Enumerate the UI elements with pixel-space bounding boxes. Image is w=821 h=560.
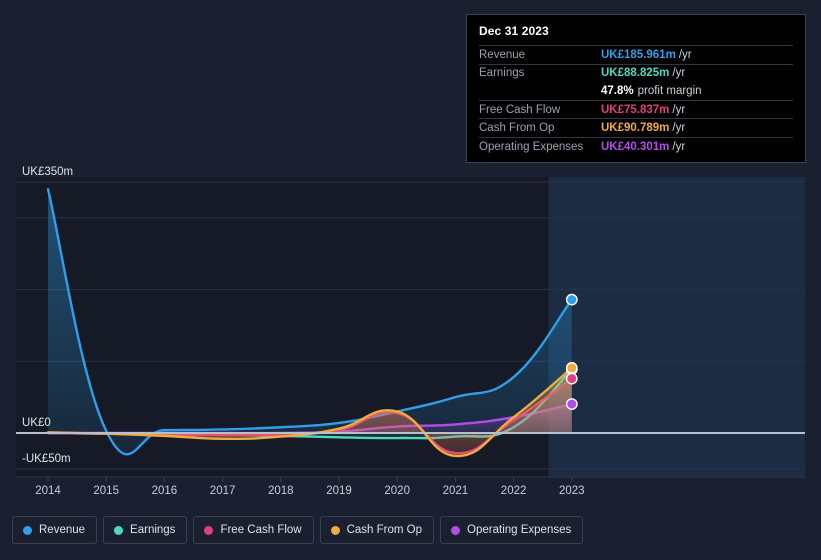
legend-color-dot-icon	[204, 525, 214, 535]
legend-color-dot-icon	[330, 525, 340, 535]
tooltip-row-value: UK£185.961m	[601, 48, 676, 61]
tooltip-row-unit: /yr	[678, 48, 692, 61]
y-axis-tick-label: -UK£50m	[22, 452, 71, 465]
tooltip-row-label: Earnings	[479, 67, 525, 80]
x-axis-tick-label: 2022	[500, 485, 527, 497]
x-axis-tick-label: 2016	[151, 485, 178, 497]
x-axis-tick-label: 2015	[93, 485, 119, 497]
x-axis-tick-label: 2020	[384, 485, 410, 497]
legend-item-label: Free Cash Flow	[220, 524, 302, 536]
tooltip-row: Earnings UK£88.825m/yr	[479, 63, 793, 83]
series-endpoint-marker	[565, 293, 578, 306]
x-axis-tick-label: 2019	[326, 485, 352, 497]
legend-color-dot-icon	[451, 525, 461, 535]
tooltip-row-unit: /yr	[672, 103, 686, 116]
tooltip-row-unit: profit margin	[637, 84, 702, 97]
tooltip-row-unit: /yr	[672, 122, 686, 135]
tooltip-row-label: Free Cash Flow	[479, 103, 561, 116]
legend-item-operating-expenses[interactable]: Operating Expenses	[440, 516, 584, 544]
tooltip-date: Dec 31 2023	[479, 24, 549, 38]
chart-tooltip: Dec 31 2023 Revenue UK£185.961m/yr Earning…	[466, 14, 806, 163]
legend-item-earnings[interactable]: Earnings	[103, 516, 188, 544]
series-endpoint-marker	[565, 398, 578, 410]
legend-item-cash-from-op[interactable]: Cash From Op	[319, 516, 435, 544]
tooltip-row-value: UK£88.825m	[601, 67, 670, 80]
series-endpoint-marker	[565, 361, 578, 374]
tooltip-row-value: 47.8%	[601, 84, 634, 97]
legend-item-label: Earnings	[130, 524, 176, 536]
tooltip-row: 47.8% profit margin	[479, 82, 793, 100]
legend-item-label: Revenue	[39, 524, 86, 536]
tooltip-row: Operating Expenses UK£40.301m/yr	[479, 136, 793, 156]
series-endpoint-marker	[565, 372, 578, 385]
legend-color-dot-icon	[23, 525, 32, 535]
tooltip-row-value: UK£75.837m	[601, 103, 670, 116]
x-axis-tick-label: 2018	[268, 485, 294, 497]
tooltip-row-unit: /yr	[672, 140, 686, 153]
tooltip-rows: Revenue UK£185.961m/yr Earnings UK£88.825m /…	[479, 45, 793, 156]
tooltip-row: Cash From Op UK£90.789m/yr	[479, 118, 793, 137]
x-axis-tick-label: 2017	[209, 485, 236, 497]
tooltip-row-label: Operating Expenses	[479, 140, 584, 153]
x-axis-tick-label: 2014	[35, 485, 61, 497]
y-axis-tick-label: UK£0	[22, 417, 51, 429]
tooltip-row-unit: /yr	[672, 67, 686, 80]
tooltip-row-value: UK£90.789m	[601, 122, 670, 135]
tooltip-row-value: UK£40.301m	[601, 140, 670, 153]
x-axis-tick-label: 2021	[442, 485, 469, 497]
legend-item-free-cash-flow[interactable]: Free Cash Flow	[193, 516, 314, 544]
legend-item-label: Cash From Op	[346, 524, 423, 536]
chart-legend: Revenue Earnings Free Cash Flow Cash From O…	[12, 516, 584, 544]
legend-item-label: Operating Expenses	[467, 524, 572, 536]
y-axis-tick-label: UK£350m	[22, 166, 74, 178]
legend-color-dot-icon	[114, 525, 124, 535]
financial-performance-chart: Dec 31 2023 Revenue UK£185.961m/yr Earning…	[0, 0, 821, 560]
x-axis-tick-label: 2023	[559, 485, 585, 497]
tooltip-row: Revenue UK£185.961m/yr	[479, 45, 793, 64]
tooltip-row-label: Revenue	[479, 48, 526, 61]
legend-item-revenue[interactable]: Revenue	[12, 516, 98, 544]
tooltip-row: Free Cash Flow UK£75.837m/yr	[479, 99, 793, 119]
tooltip-row-label: Cash From Op	[479, 122, 555, 135]
